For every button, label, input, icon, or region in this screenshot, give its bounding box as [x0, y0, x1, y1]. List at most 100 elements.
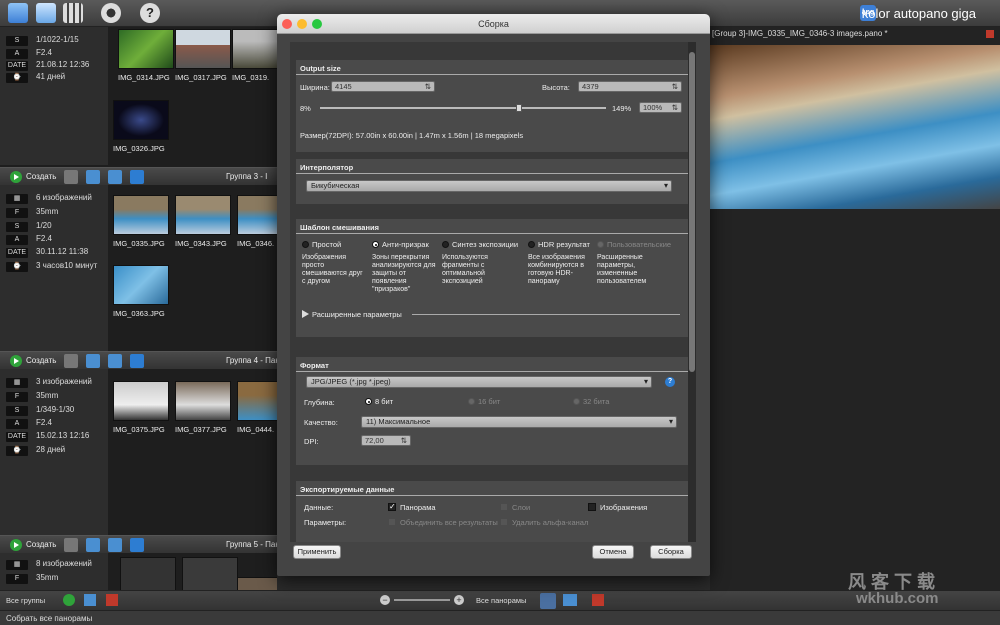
interpolator-select[interactable]: Бикубическая — [306, 180, 672, 192]
scale-slider[interactable] — [320, 104, 606, 112]
panorama-preview[interactable] — [710, 45, 1000, 209]
thumbnail[interactable]: IMG_0363.JPG — [113, 265, 169, 318]
play-icon[interactable] — [10, 355, 22, 367]
wrench-icon[interactable] — [64, 538, 78, 552]
blend-exposure-desc: Используются фрагменты с оптимальной экс… — [442, 254, 488, 285]
scale-slider-handle[interactable] — [516, 104, 522, 112]
puzzle-icon[interactable] — [130, 354, 144, 368]
add-group-icon[interactable] — [108, 354, 122, 368]
settings-icon[interactable] — [540, 593, 556, 609]
thumbnail[interactable]: IMG_0319. — [232, 29, 277, 82]
merge-label: Объединить все результаты — [400, 518, 498, 527]
thumbnail[interactable]: IMG_0375.JPG — [113, 381, 169, 434]
remove-group-icon[interactable] — [106, 594, 118, 606]
width-label: Ширина: — [300, 83, 330, 92]
images-checkbox[interactable] — [588, 503, 596, 511]
add-group-icon[interactable] — [108, 538, 122, 552]
quality-select[interactable]: 11) Максимальное — [361, 416, 677, 428]
depth-32bit-radio[interactable] — [573, 398, 580, 405]
layers-checkbox[interactable] — [500, 503, 508, 511]
add-image-icon[interactable] — [86, 354, 100, 368]
scale-percent-input[interactable]: 100% ⇅ — [639, 102, 682, 113]
thumbnail[interactable]: IMG_0343.JPG — [175, 195, 231, 248]
dialog-content: Output size Ширина: 4145 ⇅ Высота: 4379 ⇅ … — [290, 42, 688, 542]
add-group-icon[interactable] — [84, 594, 96, 606]
create-button[interactable]: Создать — [26, 172, 56, 181]
thumbnail[interactable] — [237, 577, 277, 590]
thumbnail[interactable]: IMG_0346. — [237, 195, 277, 248]
add-image-icon[interactable] — [86, 538, 100, 552]
info-row: ▦ 3 изображений — [6, 377, 92, 388]
thumbnail[interactable]: IMG_0377.JPG — [175, 381, 231, 434]
panorama-view-icon[interactable] — [8, 3, 28, 23]
cancel-button[interactable]: Отмена — [592, 545, 634, 559]
advanced-params-toggle[interactable]: Расширенные параметры — [312, 310, 402, 319]
play-icon[interactable] — [10, 171, 22, 183]
group-2: S 1/1022-1/15 A F2.4 DATE 21.08.12 12:36 ⌚ 4… — [0, 27, 277, 165]
create-button[interactable]: Создать — [26, 356, 56, 365]
blend-exposure-radio[interactable] — [442, 241, 449, 248]
remove-panorama-icon[interactable] — [592, 594, 604, 606]
help-icon[interactable]: ? — [665, 377, 675, 387]
width-input[interactable]: 4145 ⇅ — [331, 81, 435, 92]
depth-label: Глубина: — [304, 398, 335, 407]
blend-simple-label: Простой — [312, 240, 342, 249]
blend-simple-radio[interactable] — [302, 241, 309, 248]
panorama-checkbox[interactable]: ✓ — [388, 503, 396, 511]
close-window-icon[interactable] — [282, 19, 292, 29]
apply-button[interactable]: Применить — [293, 545, 341, 559]
add-group-icon[interactable] — [108, 170, 122, 184]
thumbnail[interactable]: IMG_0444. — [237, 381, 277, 434]
thumbnail[interactable] — [120, 557, 176, 590]
export-icon[interactable] — [563, 594, 577, 606]
wrench-icon[interactable] — [64, 170, 78, 184]
blend-antighost-radio[interactable] — [372, 241, 379, 248]
blend-custom-radio[interactable] — [597, 241, 604, 248]
grid-icon[interactable] — [63, 3, 83, 23]
close-icon[interactable] — [986, 30, 994, 38]
merge-checkbox[interactable] — [388, 518, 396, 526]
help-icon[interactable]: ? — [140, 3, 160, 23]
thumbnail[interactable]: IMG_0317.JPG — [175, 29, 231, 82]
blend-hdr-desc: Все изображения комбинируются в готовую … — [528, 254, 585, 285]
zoom-in-icon[interactable]: + — [454, 595, 464, 605]
disclosure-triangle-icon[interactable] — [302, 310, 309, 318]
group-title: Группа 5 - Пан — [226, 540, 277, 549]
minimize-window-icon[interactable] — [297, 19, 307, 29]
create-button[interactable]: Создать — [26, 540, 56, 549]
render-button[interactable]: Сборка — [650, 545, 692, 559]
thumbnail[interactable] — [182, 557, 238, 590]
info-row: A F2.4 — [6, 418, 52, 429]
wrench-icon[interactable] — [64, 354, 78, 368]
info-row: S 1/1022-1/15 — [6, 35, 79, 46]
group-4: Создать Группа 4 - Пан ▦ 3 изображений F3… — [0, 351, 277, 535]
blend-hdr-label: HDR результат — [538, 240, 590, 249]
puzzle-icon[interactable] — [130, 170, 144, 184]
dialog-scrollbar[interactable] — [688, 42, 696, 542]
height-input[interactable]: 4379 ⇅ — [578, 81, 682, 92]
thumbnail[interactable]: IMG_0326.JPG — [113, 100, 169, 153]
group-info: ▦ 8 изображений F 35mm — [0, 553, 108, 590]
zoom-slider[interactable] — [394, 599, 450, 601]
remove-alpha-checkbox[interactable] — [500, 518, 508, 526]
play-icon[interactable] — [63, 594, 75, 606]
zoom-out-icon[interactable]: − — [380, 595, 390, 605]
play-icon[interactable] — [10, 539, 22, 551]
depth-16bit-radio[interactable] — [468, 398, 475, 405]
depth-8bit-radio[interactable] — [365, 398, 372, 405]
dpi-input[interactable]: 72,00 ⇅ — [361, 435, 411, 446]
image-view-icon[interactable] — [36, 3, 56, 23]
blend-simple-desc: Изображения просто смешиваются друг с др… — [302, 254, 363, 285]
thumbnail[interactable]: IMG_0335.JPG — [113, 195, 169, 248]
add-image-icon[interactable] — [86, 170, 100, 184]
format-select[interactable]: JPG/JPEG (*.jpg *.jpeg) — [306, 376, 652, 388]
settings-icon[interactable] — [101, 3, 121, 23]
thumbnail[interactable]: IMG_0314.JPG — [118, 29, 174, 82]
blend-hdr-radio[interactable] — [528, 241, 535, 248]
info-row: A F2.4 — [6, 48, 52, 59]
info-row: DATE 15.02.13 12:16 — [6, 431, 90, 442]
puzzle-icon[interactable] — [130, 538, 144, 552]
zoom-window-icon[interactable] — [312, 19, 322, 29]
info-row: ▦ 6 изображений — [6, 193, 92, 204]
info-row: F 35mm — [6, 391, 58, 402]
